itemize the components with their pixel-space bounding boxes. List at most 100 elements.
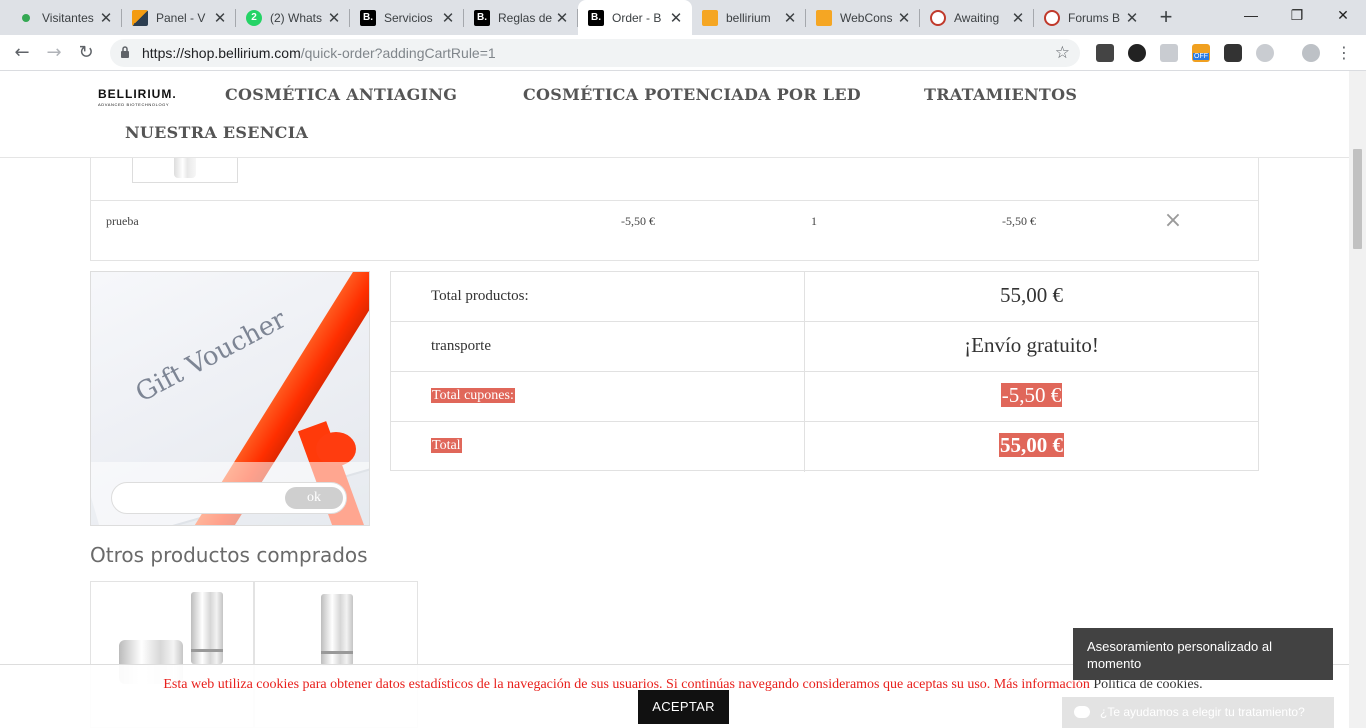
- nav-tratamientos[interactable]: TRATAMIENTOS: [924, 85, 1077, 104]
- dropbox-icon[interactable]: [1160, 44, 1178, 62]
- extension-m-icon[interactable]: [1096, 44, 1114, 62]
- extension-off-icon[interactable]: OFF: [1192, 44, 1210, 62]
- tab-title: (2) Whats: [270, 10, 323, 25]
- tab-awaiting[interactable]: Awaiting ✕: [920, 0, 1034, 35]
- close-tab-icon[interactable]: ✕: [98, 9, 114, 27]
- browser-toolbar: ← → ↻ https://shop.bellirium.com/quick-o…: [0, 35, 1366, 71]
- pocket-icon[interactable]: [1224, 44, 1242, 62]
- tab-panel[interactable]: Panel - V ✕: [122, 0, 236, 35]
- close-tab-icon[interactable]: ✕: [668, 9, 684, 27]
- address-bar[interactable]: https://shop.bellirium.com/quick-order?a…: [110, 39, 1080, 67]
- product-bottle-image: [321, 594, 353, 666]
- nav-cosmetica-led[interactable]: COSMÉTICA POTENCIADA POR LED: [523, 85, 861, 104]
- lock-icon: [121, 46, 129, 58]
- bellirium-b-icon: B.: [360, 9, 376, 26]
- chat-popup[interactable]: Asesoramiento personalizado al momento: [1073, 628, 1333, 680]
- close-tab-icon[interactable]: ✕: [896, 9, 912, 27]
- tab-title: Visitantes: [42, 10, 94, 25]
- bellirium-b-icon: B.: [474, 9, 490, 26]
- tab-reglas[interactable]: B. Reglas de ✕: [464, 0, 578, 35]
- tab-title: WebCons: [840, 10, 893, 25]
- nav-cosmetica-antiaging[interactable]: COSMÉTICA ANTIAGING: [225, 85, 457, 104]
- minimize-button[interactable]: —: [1228, 0, 1274, 30]
- totals-row-products: Total productos: 55,00 €: [391, 272, 1258, 322]
- url-host: https://shop.bellirium.com: [142, 45, 301, 61]
- totals-row-shipping: transporte ¡Envío gratuito!: [391, 322, 1258, 372]
- logo-tagline: ADVANCED BIOTECHNOLOGY: [98, 102, 170, 107]
- reload-button[interactable]: ↻: [72, 39, 100, 67]
- close-tab-icon[interactable]: ✕: [782, 9, 798, 27]
- row-divider: [91, 200, 1258, 201]
- green-dot-icon: [22, 13, 30, 22]
- chat-launcher[interactable]: ¿Te ayudamos a elegir tu tratamiento?: [1062, 697, 1334, 728]
- chat-bubble-icon: [1074, 706, 1090, 718]
- close-tab-icon[interactable]: ✕: [212, 9, 228, 27]
- tab-whatsapp[interactable]: 2 (2) Whats ✕: [236, 0, 350, 35]
- totals-label: Total: [431, 438, 462, 453]
- profile-avatar-icon[interactable]: [1302, 44, 1320, 62]
- totals-value: 55,00 €: [999, 433, 1064, 457]
- restore-button[interactable]: ❐: [1274, 0, 1320, 30]
- cart-item-unit-price: -5,50 €: [621, 214, 655, 228]
- cart-table: prueba -5,50 € 1 -5,50 € ×: [90, 158, 1259, 261]
- chat-launcher-text: ¿Te ayudamos a elegir tu tratamiento?: [1100, 705, 1305, 719]
- tab-visitantes[interactable]: Visitantes ✕: [8, 0, 122, 35]
- bird-icon: [930, 9, 946, 26]
- accept-cookies-button[interactable]: ACEPTAR: [638, 690, 729, 724]
- tab-forums[interactable]: Forums B ✕: [1034, 0, 1148, 35]
- voucher-form: ok: [91, 462, 369, 525]
- whatsapp-icon: 2: [246, 9, 262, 26]
- totals-label: Total productos:: [431, 288, 529, 304]
- site-header: BELLIRIUM. ADVANCED BIOTECHNOLOGY COSMÉT…: [0, 71, 1349, 158]
- tab-webcons[interactable]: WebCons ✕: [806, 0, 920, 35]
- cart-item-quantity: 1: [811, 214, 817, 228]
- ribbon-knot-image: [316, 432, 356, 466]
- bookmark-star-icon[interactable]: ☆: [1055, 39, 1070, 67]
- remove-item-icon[interactable]: ×: [1162, 210, 1184, 232]
- nav-nuestra-esencia[interactable]: NUESTRA ESENCIA: [125, 123, 308, 142]
- forward-button[interactable]: →: [40, 39, 68, 67]
- close-tab-icon[interactable]: ✕: [1010, 9, 1026, 27]
- close-tab-icon[interactable]: ✕: [440, 9, 456, 27]
- tab-title: bellirium: [726, 10, 771, 25]
- tab-title: Forums B: [1068, 10, 1121, 25]
- skype-icon[interactable]: [1256, 44, 1274, 62]
- close-tab-icon[interactable]: ✕: [554, 9, 570, 27]
- tab-title: Awaiting: [954, 10, 1000, 25]
- other-products-title: Otros productos comprados: [90, 543, 368, 567]
- web-page: BELLIRIUM. ADVANCED BIOTECHNOLOGY COSMÉT…: [0, 71, 1349, 728]
- cart-item-name: prueba: [106, 214, 139, 228]
- gift-voucher-panel: Gift Voucher ok: [90, 271, 370, 526]
- back-button[interactable]: ←: [8, 39, 36, 67]
- cookie-message-text: Esta web utiliza cookies para obtener da…: [163, 677, 1090, 692]
- extension-owl-icon[interactable]: [1128, 44, 1146, 62]
- order-totals-table: Total productos: 55,00 € transporte ¡Env…: [390, 271, 1259, 472]
- totals-label: Total cupones:: [431, 388, 515, 403]
- logo-text: BELLIRIUM.: [98, 87, 177, 101]
- menu-kebab-icon[interactable]: ⋮: [1330, 39, 1358, 67]
- tab-title: Reglas de: [498, 10, 553, 25]
- product-thumbnail[interactable]: [132, 158, 238, 183]
- mail-icon: [702, 9, 718, 26]
- cart-item-total: -5,50 €: [1002, 214, 1036, 228]
- tab-order-active[interactable]: B. Order - B ✕: [578, 0, 692, 35]
- tab-servicios[interactable]: B. Servicios ✕: [350, 0, 464, 35]
- totals-value: ¡Envío gratuito!: [964, 333, 1099, 357]
- bellirium-b-icon: B.: [588, 9, 604, 26]
- close-window-button[interactable]: ✕: [1320, 0, 1366, 30]
- new-tab-button[interactable]: +: [1152, 4, 1180, 32]
- tab-title: Servicios: [384, 10, 433, 25]
- product-bottle-image: [191, 592, 223, 664]
- extension-off-label: OFF: [1193, 53, 1209, 60]
- totals-row-total: Total 55,00 €: [391, 422, 1258, 472]
- tab-bellirium-mail[interactable]: bellirium ✕: [692, 0, 806, 35]
- bellirium-logo[interactable]: BELLIRIUM. ADVANCED BIOTECHNOLOGY: [98, 87, 177, 107]
- voucher-ok-button[interactable]: ok: [285, 487, 343, 509]
- scrollbar-thumb[interactable]: [1353, 149, 1362, 249]
- tab-title: Order - B: [612, 10, 662, 25]
- close-tab-icon[interactable]: ✕: [326, 9, 342, 27]
- browser-tab-strip: Visitantes ✕ Panel - V ✕ 2 (2) Whats ✕ B…: [0, 0, 1366, 35]
- close-tab-icon[interactable]: ✕: [1124, 9, 1140, 27]
- page-scrollbar[interactable]: [1349, 71, 1366, 728]
- totals-value: 55,00 €: [1000, 283, 1063, 307]
